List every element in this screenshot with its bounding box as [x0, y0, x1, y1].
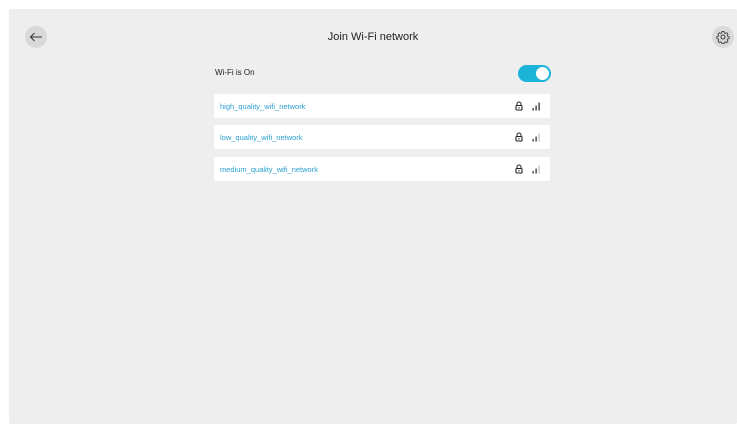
wifi-toggle[interactable] [518, 65, 551, 82]
lock-icon [515, 132, 523, 142]
signal-strength-icon [532, 165, 540, 174]
wifi-status-row: Wi-Fi is On [215, 65, 551, 83]
lock-icon [515, 101, 523, 111]
network-item-high-quality[interactable]: high_quality_wifi_network [214, 94, 550, 118]
signal-strength-icon [532, 102, 540, 111]
network-name: high_quality_wifi_network [220, 102, 306, 111]
wifi-settings-screen: Join Wi-Fi network Wi-Fi is On high_qual… [9, 9, 737, 424]
lock-icon [515, 164, 523, 174]
gear-icon [716, 31, 730, 44]
wifi-status-label: Wi-Fi is On [215, 68, 255, 77]
network-item-low-quality[interactable]: low_quality_wifi_network [214, 125, 550, 149]
page-title: Join Wi-Fi network [327, 31, 419, 43]
toggle-knob [536, 67, 549, 80]
signal-strength-icon [532, 133, 540, 142]
settings-button[interactable] [712, 26, 734, 48]
network-name: medium_quality_wifi_network [220, 165, 318, 174]
network-name: low_quality_wifi_network [220, 133, 303, 142]
network-item-medium-quality[interactable]: medium_quality_wifi_network [214, 157, 550, 181]
